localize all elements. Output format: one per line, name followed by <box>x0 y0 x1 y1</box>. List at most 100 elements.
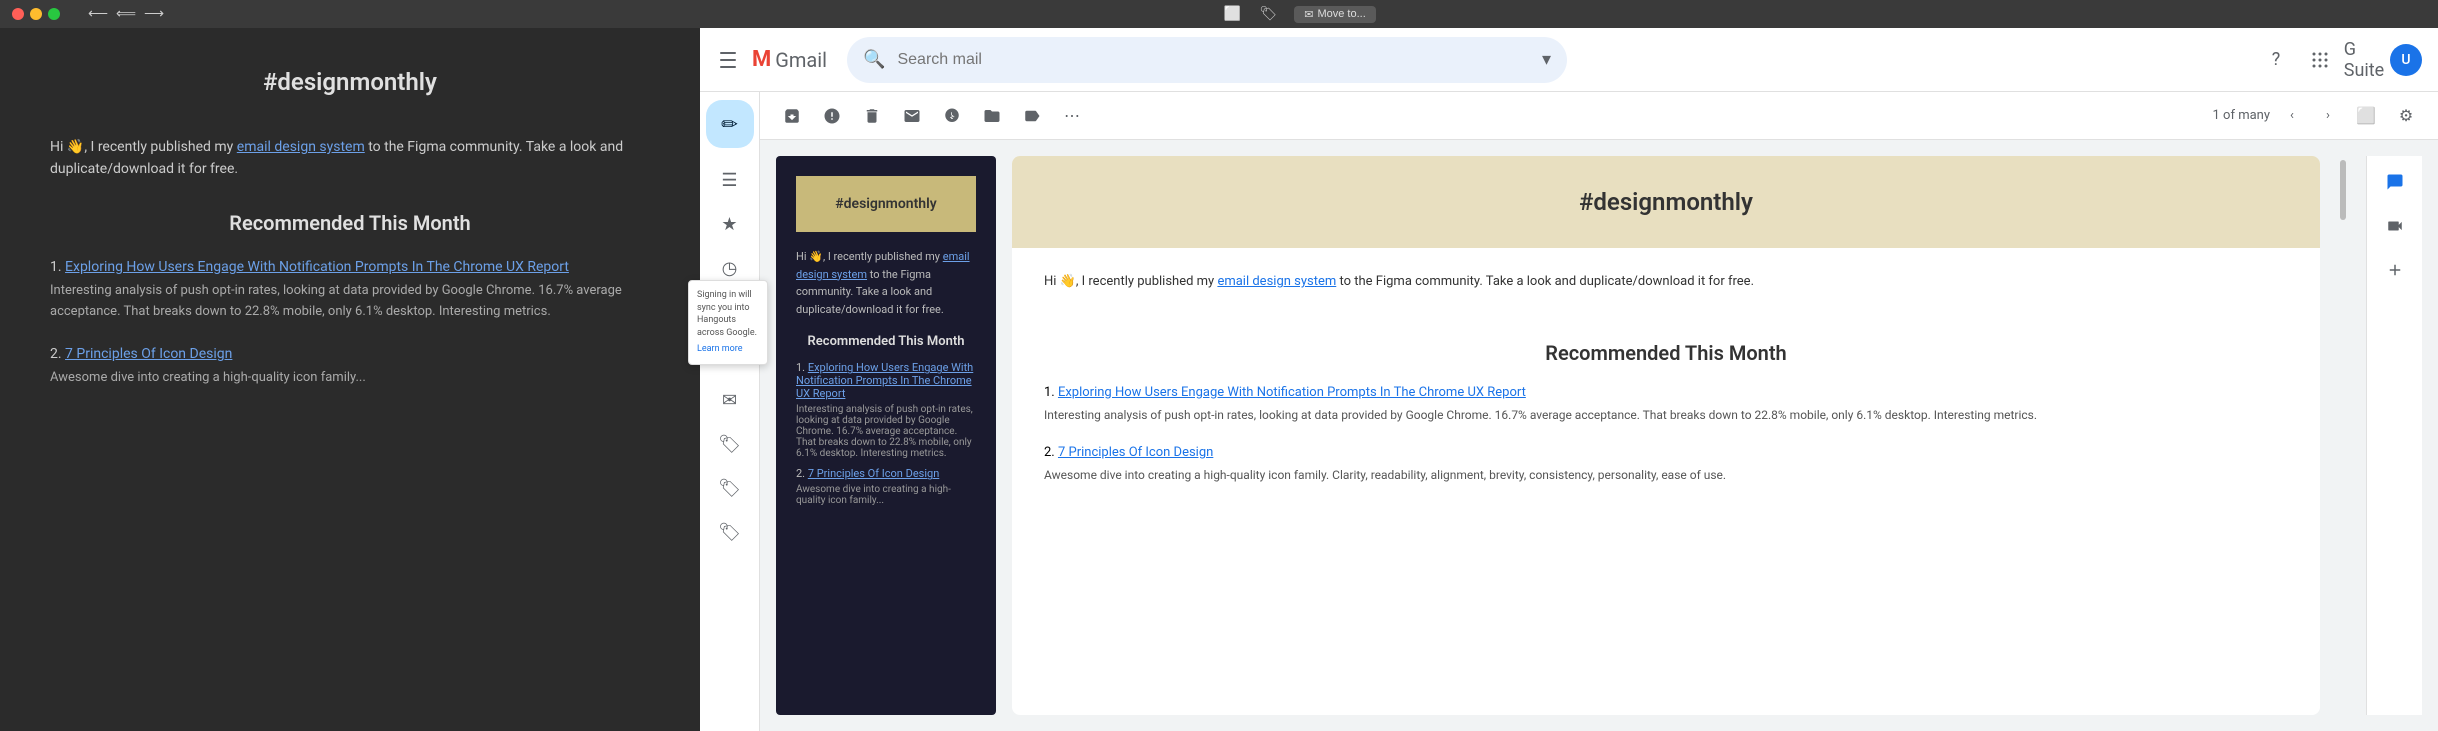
gmail-topbar: M Gmail 🔍 ▾ ? G Suite <box>700 28 2438 92</box>
gmail-logo-text: Gmail <box>775 48 827 72</box>
spam-button[interactable] <box>816 100 848 132</box>
forward-icon[interactable]: ⟶ <box>144 4 164 24</box>
dark-email-header-title: #designmonthly <box>816 196 956 212</box>
dark-email-preview: #designmonthly Hi 👋, I recently publishe… <box>776 156 996 715</box>
item-num-2: 2. <box>50 346 65 362</box>
gsuite-label: G Suite <box>2346 42 2382 78</box>
gmail-body: ✏ ☰ ★ ◷ ▷ ✉ ✉ 🏷 🏷 🏷 <box>700 92 2438 731</box>
email-content-section: Hi 👋, I recently published my email desi… <box>1012 248 2320 317</box>
hamburger-menu-icon[interactable] <box>716 48 740 72</box>
add-icon[interactable] <box>2377 252 2413 288</box>
help-button[interactable]: ? <box>2258 42 2294 78</box>
sidebar-item-inbox[interactable]: ☰ <box>706 160 754 200</box>
gmail-rec-item-2-body: Awesome dive into creating a high-qualit… <box>1044 466 2288 485</box>
search-input[interactable] <box>897 51 1530 69</box>
gmail-logo: M Gmail <box>752 47 827 72</box>
close-button[interactable] <box>12 8 24 20</box>
recommended-section: Recommended This Month 1. Exploring How … <box>1012 317 2320 529</box>
dark-email-link[interactable]: email design system <box>796 250 970 281</box>
gmail-icon-design-link[interactable]: 7 Principles Of Icon Design <box>1058 445 1213 460</box>
gsuite-text: G Suite <box>2344 39 2384 81</box>
traffic-lights <box>12 8 60 20</box>
left-section-heading: Recommended This Month <box>50 211 650 235</box>
email-view: #designmonthly Hi 👋, I recently publishe… <box>760 140 2438 731</box>
signin-overlay: Signing in will sync you into Hangouts a… <box>688 280 768 365</box>
main-area: #designmonthly Hi 👋, I recently publishe… <box>0 28 2438 731</box>
next-message-button[interactable]: › <box>2314 102 2342 130</box>
maximize-button[interactable] <box>48 8 60 20</box>
left-email-title: #designmonthly <box>50 68 650 96</box>
prev-message-button[interactable]: ‹ <box>2278 102 2306 130</box>
apps-grid-button[interactable] <box>2302 42 2338 78</box>
gmail-rec-item-1: 1. Exploring How Users Engage With Notif… <box>1044 385 2288 425</box>
rec-item-1-num: 1. <box>1044 385 1058 400</box>
settings-button[interactable]: ⚙ <box>2390 100 2422 132</box>
wave-emoji: 👋 <box>67 139 84 155</box>
left-rec-item-1-title: 1. Exploring How Users Engage With Notif… <box>50 259 650 275</box>
rec-item-2-num: 2. <box>1044 445 1058 460</box>
hamburger-line <box>720 52 736 54</box>
signin-text: Signing in will sync you into Hangouts a… <box>697 290 757 338</box>
sidebar-item-all-mail[interactable]: ✉ <box>706 380 754 420</box>
back-icon[interactable]: ⟵ <box>88 4 108 24</box>
tag-icon[interactable]: 🏷 <box>1258 4 1278 24</box>
hamburger-line <box>720 66 736 68</box>
sidebar-item-label1[interactable]: 🏷 <box>706 424 754 464</box>
left-rec-item-2-title: 2. 7 Principles Of Icon Design <box>50 346 650 362</box>
user-avatar[interactable]: U <box>2390 44 2422 76</box>
minimize-button[interactable] <box>30 8 42 20</box>
split-view-button[interactable]: ⬜ <box>2350 100 2382 132</box>
email-toolbar: ⋯ 1 of many ‹ › ⬜ ⚙ <box>760 92 2438 140</box>
email-header-title: #designmonthly <box>1044 188 2288 216</box>
print-icon[interactable]: ⬜ <box>1222 4 1242 24</box>
archive-button[interactable] <box>776 100 808 132</box>
dark-chrome-link[interactable]: Exploring How Users Engage With Notifica… <box>796 361 973 400</box>
email-header-section: #designmonthly <box>1012 156 2320 248</box>
recommended-heading: Recommended This Month <box>1044 341 2288 365</box>
icon-design-link[interactable]: 7 Principles Of Icon Design <box>65 346 232 362</box>
sidebar-item-starred[interactable]: ★ <box>706 204 754 244</box>
title-bar: ⟵ ⟸ ⟶ ⬜ 🏷 ✉ Move to... <box>0 0 2438 28</box>
email-wave-emoji: 👋 <box>1060 274 1076 289</box>
scrollbar-thumb[interactable] <box>2340 160 2346 220</box>
title-bar-center: ⬜ 🏷 ✉ Move to... <box>172 4 2426 24</box>
topbar-right: ? G Suite U <box>2258 42 2422 78</box>
search-dropdown-icon[interactable]: ▾ <box>1542 49 1551 70</box>
snooze-button[interactable] <box>936 100 968 132</box>
learn-more-link[interactable]: Learn more <box>697 343 759 356</box>
gmail-rec-item-1-body: Interesting analysis of push opt-in rate… <box>1044 406 2288 425</box>
gmail-m-icon: M <box>752 47 771 72</box>
sidebar-item-label2[interactable]: 🏷 <box>706 468 754 508</box>
dark-icon-link[interactable]: 7 Principles Of Icon Design <box>808 467 939 480</box>
more-options-button[interactable]: ⋯ <box>1056 100 1088 132</box>
delete-button[interactable] <box>856 100 888 132</box>
gmail-rec-item-1-title: 1. Exploring How Users Engage With Notif… <box>1044 385 2288 400</box>
search-bar[interactable]: 🔍 ▾ <box>847 37 1567 83</box>
mark-unread-button[interactable] <box>896 100 928 132</box>
back-back-icon[interactable]: ⟸ <box>116 4 136 24</box>
gmail-email-reader: #designmonthly Hi 👋, I recently publishe… <box>1012 156 2320 715</box>
email-design-link[interactable]: email design system <box>1217 274 1336 289</box>
move-to-button[interactable]: ✉ Move to... <box>1294 6 1376 23</box>
title-bar-actions: ⟵ ⟸ ⟶ <box>88 4 164 24</box>
dark-email-body: Hi 👋, I recently published my email desi… <box>796 248 976 318</box>
chrome-report-link[interactable]: Exploring How Users Engage With Notifica… <box>65 259 569 275</box>
meet-icon[interactable] <box>2377 208 2413 244</box>
page-count: 1 of many <box>2213 108 2271 123</box>
labels-button[interactable] <box>1016 100 1048 132</box>
move-to-button[interactable] <box>976 100 1008 132</box>
sidebar-item-label3[interactable]: 🏷 <box>706 512 754 552</box>
email-design-system-link[interactable]: email design system <box>237 139 365 155</box>
gmail-rec-item-2: 2. 7 Principles Of Icon Design Awesome d… <box>1044 445 2288 485</box>
left-email-body: Hi 👋, I recently published my email desi… <box>50 136 650 181</box>
chat-icon[interactable] <box>2377 164 2413 200</box>
left-rec-item-2: 2. 7 Principles Of Icon Design Awesome d… <box>50 346 650 389</box>
right-sidebar <box>2366 156 2422 715</box>
left-email-preview: #designmonthly Hi 👋, I recently publishe… <box>0 28 700 731</box>
item-num: 1. <box>50 259 65 275</box>
scrollbar[interactable] <box>2336 156 2350 715</box>
left-rec-item-2-desc: Awesome dive into creating a high-qualit… <box>50 368 650 389</box>
gmail-chrome-link[interactable]: Exploring How Users Engage With Notifica… <box>1058 385 1526 400</box>
mail-icon: ✉ <box>1304 8 1313 21</box>
compose-button[interactable]: ✏ <box>706 100 754 148</box>
